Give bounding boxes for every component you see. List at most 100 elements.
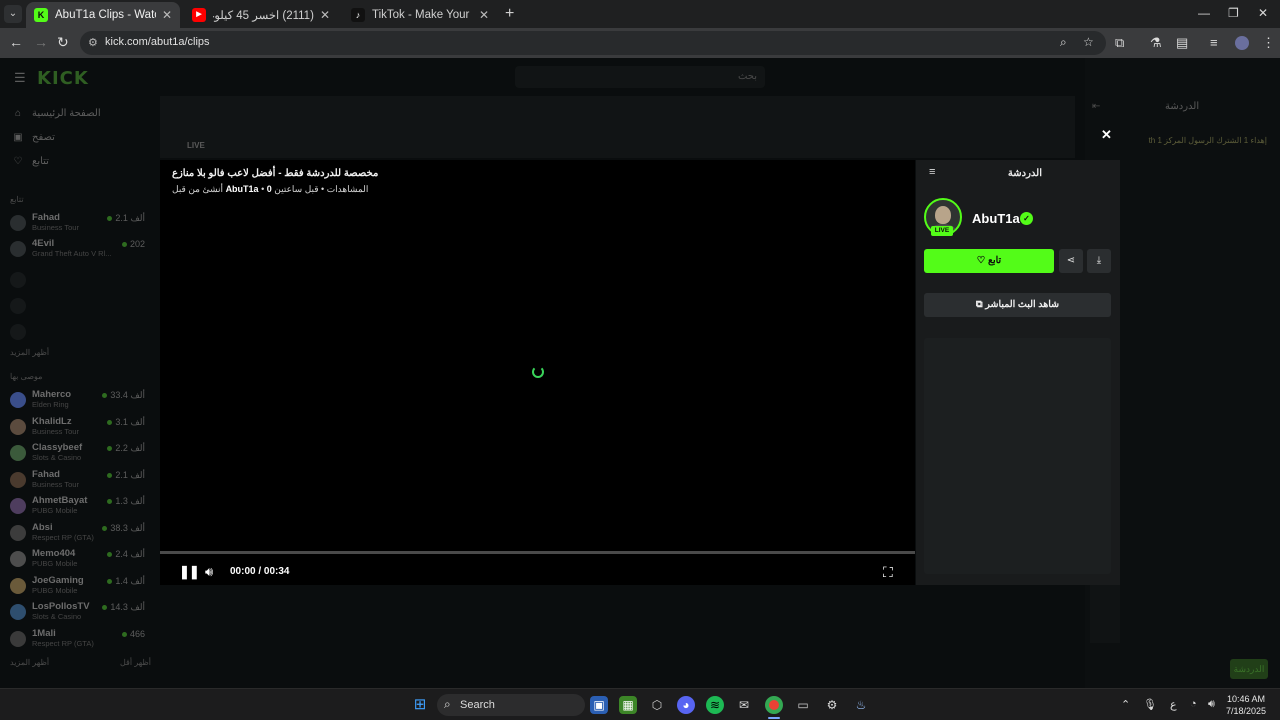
- forward-icon[interactable]: →: [34, 34, 48, 50]
- recommended-channel[interactable]: Fahad Business Tour 2.1 ألف: [10, 469, 145, 495]
- new-tab-button[interactable]: +: [505, 5, 514, 23]
- language-indicator[interactable]: ع: [1170, 698, 1177, 711]
- heart-icon: ♡: [976, 255, 986, 266]
- show-more-link[interactable]: أظهر المزيد: [10, 348, 49, 357]
- media-icon[interactable]: ≡: [1210, 35, 1218, 50]
- tray-overflow-icon[interactable]: ⌃: [1121, 698, 1130, 711]
- recommended-channel[interactable]: KhalidLz Business Tour 3.1 ألف: [10, 416, 145, 442]
- download-button[interactable]: ⤓: [1087, 249, 1111, 273]
- speaker-icon[interactable]: 🔊︎: [1208, 698, 1215, 711]
- spotify-icon[interactable]: ≋: [706, 696, 724, 714]
- windows-start-icon[interactable]: ⊞: [411, 696, 429, 714]
- fullscreen-icon[interactable]: ⛶: [883, 564, 893, 581]
- remote-desktop-icon[interactable]: ▭: [794, 696, 812, 714]
- clip-info-panel: ≡ الدردشة LIVE AbuT1a ✓ تابع ♡ ⋖ ⤓ شاهد …: [916, 160, 1120, 585]
- channel-name: Fahad: [32, 212, 60, 223]
- site-info-icon[interactable]: ⚙: [88, 36, 98, 49]
- system-clock[interactable]: 10:46 AM 7/18/2025: [1226, 693, 1266, 717]
- channel-name: KhalidLz: [32, 415, 72, 427]
- channel-name: Memo404: [32, 548, 76, 559]
- following-channel[interactable]: 4Evil Grand Theft Auto V Rl... 202: [10, 238, 145, 264]
- following-channel[interactable]: Fahad Business Tour 2.1 ألف: [10, 212, 145, 238]
- file-explorer-icon[interactable]: ▣: [590, 696, 608, 714]
- more-menu-icon[interactable]: ⋮: [1262, 35, 1275, 51]
- channel-name: Classybeef: [32, 442, 83, 453]
- collapse-chat-icon[interactable]: ⇤: [1092, 101, 1100, 112]
- recommended-channel[interactable]: Memo404 PUBG Mobile 2.4 ألف: [10, 548, 145, 574]
- nav-following[interactable]: ♡ تتابع: [12, 156, 49, 167]
- maximize-icon[interactable]: ❐: [1228, 6, 1239, 20]
- nav-label: تتابع: [32, 156, 49, 167]
- mail-icon[interactable]: ✉: [735, 696, 753, 714]
- channel-name: 1Mali: [32, 627, 56, 639]
- chrome-icon[interactable]: [765, 696, 783, 714]
- share-button[interactable]: ⋖: [1059, 249, 1083, 273]
- side-panel-icon[interactable]: ▤: [1176, 35, 1188, 51]
- recommended-channel[interactable]: Classybeef Slots & Casino 2.2 ألف: [10, 442, 145, 468]
- taskbar-search[interactable]: ⌕ Search: [437, 694, 585, 716]
- watch-live-button[interactable]: شاهد البث المباشر ⧉: [924, 293, 1111, 317]
- zoom-icon[interactable]: ⌕: [1060, 35, 1067, 50]
- bookmark-star-icon[interactable]: ☆: [1083, 35, 1094, 49]
- profile-avatar[interactable]: [1235, 36, 1249, 50]
- extensions-icon[interactable]: ⧉: [1115, 35, 1124, 51]
- recommended-channel[interactable]: Absi Respect RP (GTA) 38.3 ألف: [10, 522, 145, 548]
- channel-category: PUBG Mobile: [32, 585, 78, 595]
- kick-logo[interactable]: KICK: [37, 68, 89, 89]
- microphone-icon[interactable]: 🎙︎: [1143, 698, 1157, 711]
- avatar: [10, 445, 26, 461]
- reload-icon[interactable]: ↻: [57, 34, 69, 51]
- clip-views-label: المشاهدات • قبل ساعتين: [274, 184, 369, 194]
- unity-icon[interactable]: ⬡: [648, 696, 666, 714]
- close-tab-icon[interactable]: ✕: [320, 8, 330, 22]
- tab-tiktok[interactable]: ♪ TikTok - Make Your Day ✕: [343, 2, 497, 28]
- clip-views: 0: [266, 184, 272, 194]
- live-badge: LIVE: [931, 226, 953, 236]
- minecraft-icon[interactable]: ▦: [619, 696, 637, 714]
- video-player[interactable]: مخصصة للدردشة فقط - أفضل لاعب فالو بلا م…: [160, 160, 915, 585]
- close-modal-icon[interactable]: ✕: [1101, 127, 1112, 143]
- show-less-link[interactable]: أظهر أقل: [120, 658, 151, 667]
- avatar: [10, 498, 26, 514]
- streamer-name[interactable]: AbuT1a: [972, 211, 1020, 226]
- channel-category: PUBG Mobile: [32, 506, 78, 515]
- close-window-icon[interactable]: ✕: [1258, 6, 1268, 20]
- close-tab-icon[interactable]: ✕: [162, 8, 172, 22]
- follow-button[interactable]: تابع ♡: [924, 249, 1054, 273]
- progress-bar[interactable]: [160, 551, 915, 554]
- show-more-link[interactable]: أظهر المزيد: [10, 658, 49, 667]
- settings-gear-icon[interactable]: ⚙: [823, 696, 841, 714]
- menu-icon[interactable]: ☰: [14, 70, 26, 86]
- address-bar[interactable]: ⚙ kick.com/abut1a/clips ⌕ ☆: [80, 31, 1106, 55]
- collapse-panel-icon[interactable]: ≡: [929, 166, 935, 178]
- viewer-count: 2.2 ألف: [107, 443, 145, 454]
- discord-icon[interactable]: ◕: [677, 696, 695, 714]
- minimize-icon[interactable]: —: [1198, 6, 1210, 20]
- recommended-channel[interactable]: 1Mali Respect RP (GTA) 466: [10, 628, 145, 654]
- network-icon[interactable]: ◔: [1190, 698, 1197, 710]
- channel-name: JoeGaming: [32, 574, 84, 586]
- tab-search-icon[interactable]: ⌄: [4, 5, 22, 23]
- volume-icon[interactable]: 🔊︎: [205, 564, 213, 580]
- search-input[interactable]: بحث: [515, 66, 765, 88]
- nav-home[interactable]: ⌂ الصفحة الرئيسية: [12, 108, 101, 119]
- loading-spinner-icon: [532, 366, 544, 378]
- pause-icon[interactable]: ❚❚: [179, 564, 200, 580]
- tab-youtube[interactable]: ▶ (2111) اخسر 45 كيلوغرام واربح 30 ✕: [184, 2, 338, 28]
- back-icon[interactable]: ←: [9, 34, 23, 50]
- nav-browse[interactable]: ▣ تصفح: [12, 132, 55, 143]
- chat-send-button[interactable]: الدردشة: [1230, 659, 1268, 679]
- url-text[interactable]: kick.com/abut1a/clips: [105, 36, 210, 48]
- recommended-channel[interactable]: Maherco Elden Ring 33.4 ألف: [10, 389, 145, 415]
- flask-icon[interactable]: ⚗: [1150, 35, 1162, 51]
- recommended-channel[interactable]: AhmetBayat PUBG Mobile 1.3 ألف: [10, 495, 145, 521]
- recommended-channel[interactable]: LosPollosTV Slots & Casino 14.3 ألف: [10, 601, 145, 627]
- tab-kick-clips[interactable]: K AbuT1a Clips - Watch Live on Kick ✕: [26, 2, 180, 28]
- taskbar: ⊞ ⌕ Search ▣ ▦ ⬡ ◕ ≋ ✉ ▭ ⚙ ♨ ⌃ 🎙︎ ع ◔ 🔊︎…: [0, 688, 1280, 720]
- avatar: [10, 418, 26, 435]
- close-tab-icon[interactable]: ✕: [479, 8, 489, 22]
- steam-icon[interactable]: ♨: [852, 696, 870, 714]
- channel-name: Absi: [32, 521, 53, 533]
- recommended-channel[interactable]: JoeGaming PUBG Mobile 1.4 ألف: [10, 575, 145, 601]
- avatar: [10, 604, 26, 620]
